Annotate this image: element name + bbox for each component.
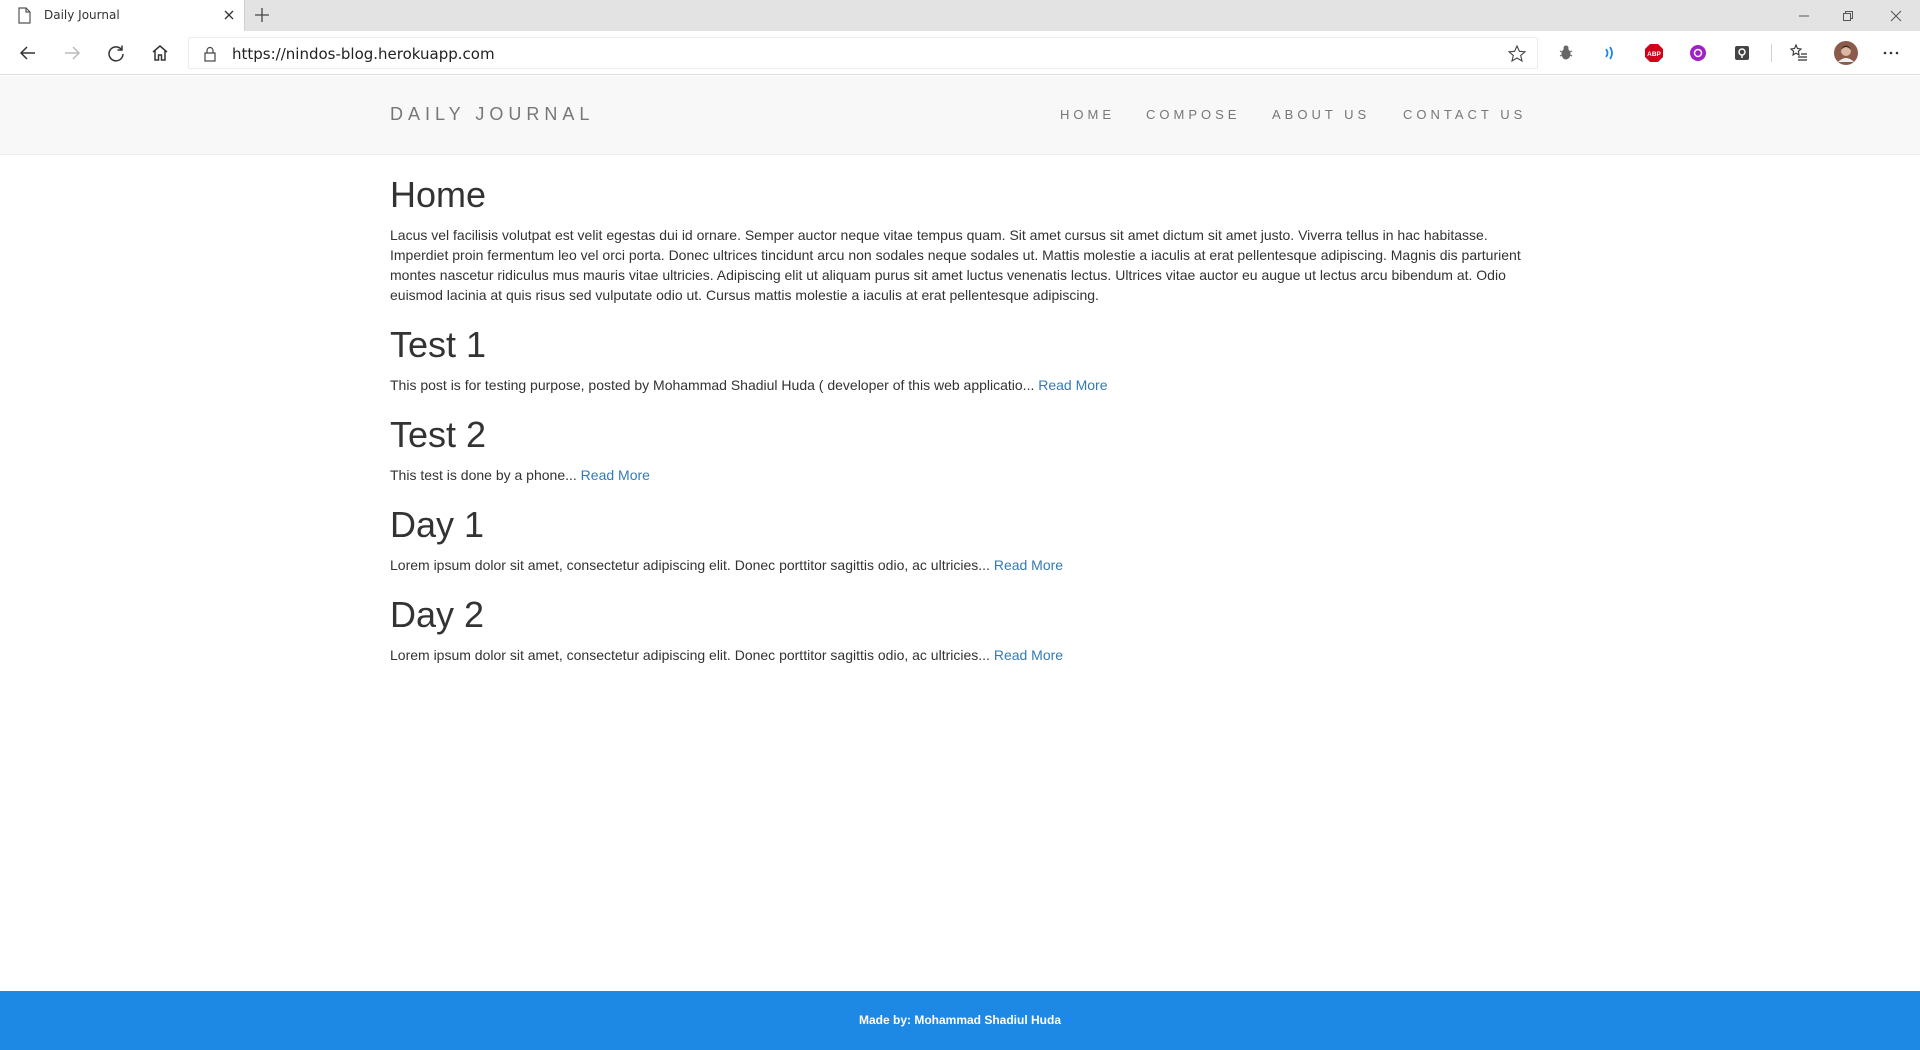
post-title: Day 2: [390, 594, 485, 635]
post-list: Test 1 This post is for testing purpose,…: [390, 325, 1530, 665]
bug-extension-icon: [1559, 45, 1573, 60]
home-icon: [152, 45, 168, 61]
close-tab-icon[interactable]: [221, 7, 237, 23]
home-button[interactable]: [146, 39, 174, 67]
favorites-button[interactable]: [1788, 42, 1810, 64]
page-title: Home: [390, 174, 487, 215]
restore-button[interactable]: [1826, 0, 1870, 31]
close-window-button[interactable]: [1874, 0, 1918, 31]
post-excerpt-text: Lorem ipsum dolor sit amet, consectetur …: [390, 557, 990, 573]
nav-about-us[interactable]: ABOUT US: [1272, 107, 1370, 122]
adblock-plus-label: ABP: [1647, 51, 1661, 58]
wave-extension-icon: [1605, 46, 1613, 60]
adblock-plus-button[interactable]: ABP: [1643, 42, 1665, 64]
purple-extension-button[interactable]: [1687, 42, 1709, 64]
shield-extension-button[interactable]: [1731, 42, 1753, 64]
profile-button[interactable]: [1834, 41, 1858, 65]
nav-contact-us[interactable]: CONTACT US: [1403, 107, 1526, 122]
adblock-plus-icon: ABP: [1645, 44, 1663, 62]
read-more-link[interactable]: Read More: [581, 467, 650, 483]
more-options-icon: [1883, 51, 1899, 55]
post-title: Test 2: [390, 414, 487, 455]
main-content: Home Lacus vel facilisis volutpat est ve…: [390, 155, 1530, 665]
wave-extension-button[interactable]: [1599, 42, 1621, 64]
minimize-icon: [1799, 15, 1809, 16]
page-icon: [18, 7, 31, 24]
post-item: Test 2 This test is done by a phone... R…: [390, 415, 1530, 485]
post-excerpt: Lorem ipsum dolor sit amet, consectetur …: [390, 645, 1530, 665]
read-more-link[interactable]: Read More: [1038, 377, 1107, 393]
post-excerpt-text: This test is done by a phone...: [390, 467, 577, 483]
bug-extension-button[interactable]: [1555, 42, 1577, 64]
address-bar[interactable]: https://nindos-blog.herokuapp.com: [188, 37, 1538, 69]
close-icon: [1890, 10, 1902, 21]
new-tab-icon[interactable]: [253, 6, 271, 24]
shield-extension-icon: [1735, 46, 1749, 60]
read-more-link[interactable]: Read More: [994, 647, 1063, 663]
browser-tab-strip: Daily Journal: [0, 0, 1920, 31]
post-title: Test 1: [390, 324, 487, 365]
post-item: Day 2 Lorem ipsum dolor sit amet, consec…: [390, 595, 1530, 665]
purple-extension-icon: [1690, 45, 1706, 61]
post-excerpt: This test is done by a phone... Read Mor…: [390, 465, 1530, 485]
forward-arrow-icon: [65, 46, 81, 60]
post-excerpt-text: This post is for testing purpose, posted…: [390, 377, 1035, 393]
site-navbar: DAILY JOURNAL HOME COMPOSE ABOUT US CONT…: [0, 76, 1920, 155]
minimize-button[interactable]: [1782, 0, 1826, 31]
url-text[interactable]: https://nindos-blog.herokuapp.com: [232, 45, 495, 63]
post-item: Test 1 This post is for testing purpose,…: [390, 325, 1530, 395]
home-intro-text: Lacus vel facilisis volutpat est velit e…: [390, 227, 1521, 303]
post-item: Day 1 Lorem ipsum dolor sit amet, consec…: [390, 505, 1530, 575]
avatar: [1834, 41, 1858, 65]
back-button[interactable]: [14, 39, 42, 67]
forward-button[interactable]: [58, 39, 86, 67]
post-title: Day 1: [390, 504, 485, 545]
back-arrow-icon: [19, 46, 35, 60]
restore-icon: [1843, 10, 1853, 21]
post-excerpt-text: Lorem ipsum dolor sit amet, consectetur …: [390, 647, 990, 663]
browser-toolbar: https://nindos-blog.herokuapp.com ABP: [0, 31, 1920, 75]
toolbar-divider: [1771, 44, 1772, 62]
footer-credit: Made by: Mohammad Shadiul Huda: [858, 1013, 1062, 1027]
nav-compose[interactable]: COMPOSE: [1146, 107, 1240, 122]
favorite-star-icon[interactable]: [1507, 44, 1527, 64]
settings-menu-button[interactable]: [1880, 42, 1902, 64]
refresh-icon: [108, 45, 124, 62]
read-more-link[interactable]: Read More: [994, 557, 1063, 573]
post-excerpt: This post is for testing purpose, posted…: [390, 375, 1530, 395]
tab-title: Daily Journal: [44, 8, 120, 22]
browser-tab[interactable]: Daily Journal: [0, 0, 245, 31]
refresh-button[interactable]: [102, 39, 130, 67]
nav-home[interactable]: HOME: [1060, 107, 1115, 122]
post-excerpt: Lorem ipsum dolor sit amet, consectetur …: [390, 555, 1530, 575]
site-brand[interactable]: DAILY JOURNAL: [390, 104, 594, 125]
lock-icon: [204, 46, 216, 62]
site-footer: Made by: Mohammad Shadiul Huda: [0, 991, 1920, 1050]
favorites-list-icon: [1789, 43, 1807, 61]
